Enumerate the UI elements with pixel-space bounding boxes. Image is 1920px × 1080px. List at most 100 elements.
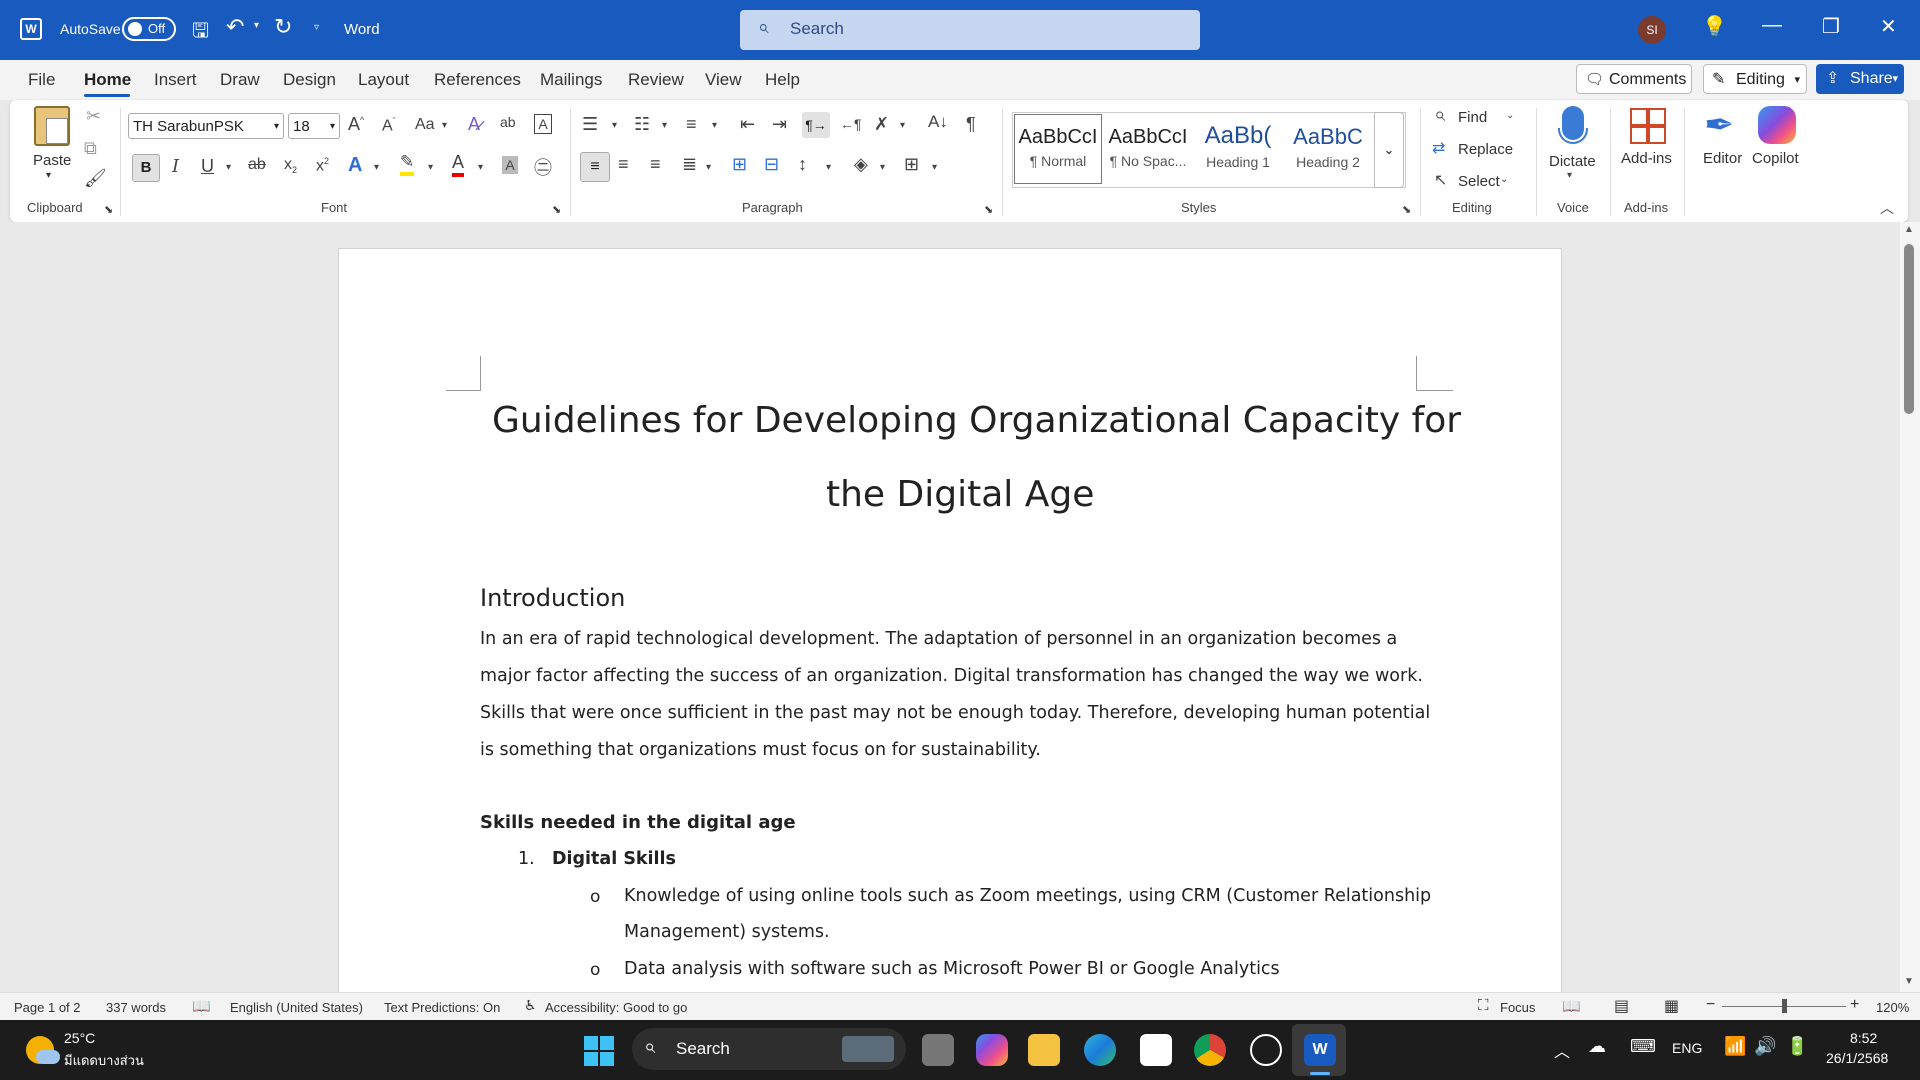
task-view-icon[interactable]	[922, 1034, 954, 1066]
clock-date[interactable]: 26/1/2568	[1826, 1050, 1888, 1066]
onedrive-icon[interactable]: ☁	[1588, 1036, 1606, 1057]
chevron-down-icon[interactable]: ▾	[826, 162, 831, 173]
chevron-down-icon[interactable]: ▾	[1567, 170, 1572, 181]
close-icon[interactable]: ✕	[1880, 14, 1897, 39]
multilevel-list-icon[interactable]: ≡	[686, 114, 697, 135]
chevron-down-icon[interactable]: ▾	[880, 162, 885, 173]
paragraph-launcher-icon[interactable]: ⬊	[984, 203, 993, 216]
scroll-down-icon[interactable]: ▼	[1904, 976, 1914, 987]
text-predictions[interactable]: Text Predictions: On	[384, 1000, 500, 1015]
increase-indent-icon[interactable]: ⇥	[772, 114, 787, 135]
line-spacing-icon[interactable]: ↕	[798, 154, 807, 175]
menu-layout[interactable]: Layout	[358, 70, 409, 90]
font-color-icon[interactable]: A	[452, 152, 465, 177]
bullets-icon[interactable]: ☰	[582, 114, 598, 135]
sort-options-icon[interactable]: ✗	[874, 114, 889, 135]
replace-icon[interactable]: ⇄	[1432, 138, 1445, 158]
chevron-down-icon[interactable]: ▾	[374, 162, 379, 173]
chevron-down-icon[interactable]: ▾	[442, 120, 447, 131]
focus-icon[interactable]: ⛶	[1478, 997, 1489, 1014]
wifi-icon[interactable]: 📶	[1724, 1036, 1746, 1057]
subscript-icon[interactable]: x2	[284, 156, 297, 175]
zoom-level[interactable]: 120%	[1876, 1000, 1909, 1015]
chevron-down-icon[interactable]: ▾	[706, 162, 711, 173]
clear-formatting-icon[interactable]: A̷	[468, 114, 480, 135]
input-language[interactable]: ENG	[1672, 1040, 1702, 1056]
select-label[interactable]: Select	[1458, 173, 1500, 190]
align-left-button[interactable]: ≡	[580, 152, 610, 182]
character-border-icon[interactable]: A	[534, 114, 552, 134]
menu-review[interactable]: Review	[628, 70, 684, 90]
copilot-taskbar-icon[interactable]	[976, 1034, 1008, 1066]
character-shading-icon[interactable]: A	[502, 156, 518, 174]
distributed-icon[interactable]: ⊞	[732, 154, 747, 175]
shrink-font-icon[interactable]: Aˇ	[382, 116, 396, 135]
accessibility-status[interactable]: Accessibility: Good to go	[545, 1000, 687, 1015]
font-size-combo[interactable]: 18 ▾	[288, 113, 340, 139]
add-ins-icon[interactable]	[1630, 108, 1666, 144]
zoom-out-icon[interactable]: −	[1706, 996, 1715, 1014]
shading-icon[interactable]: ◈	[854, 154, 868, 175]
numbering-icon[interactable]: ☷	[634, 114, 650, 135]
redo-icon[interactable]: ↻	[274, 14, 292, 40]
focus-label[interactable]: Focus	[1500, 1000, 1535, 1015]
menu-references[interactable]: References	[434, 70, 521, 90]
show-marks-icon[interactable]: ¶	[966, 114, 976, 135]
copy-icon[interactable]: ⧉	[84, 138, 97, 159]
styles-more-button[interactable]: ⌄	[1374, 112, 1404, 188]
select-cursor-icon[interactable]: ↖	[1434, 170, 1447, 190]
borders-icon[interactable]: ⊞	[904, 154, 919, 175]
lightbulb-icon[interactable]: 💡	[1702, 14, 1727, 39]
scroll-thumb[interactable]	[1904, 244, 1914, 414]
undo-dropdown-icon[interactable]: ▾	[254, 20, 259, 31]
add-ins-label[interactable]: Add-ins	[1621, 150, 1672, 167]
weather-description[interactable]: มีแดดบางส่วน	[64, 1050, 144, 1071]
avatar[interactable]: SI	[1638, 16, 1666, 44]
show-hidden-icons-icon[interactable]: ︿	[1554, 1038, 1570, 1062]
find-icon[interactable]: ⌕	[1434, 104, 1445, 127]
chevron-down-icon[interactable]: ⌄	[1506, 110, 1514, 121]
highlight-icon[interactable]: ✎	[400, 152, 415, 176]
page-count[interactable]: Page 1 of 2	[14, 1000, 81, 1015]
copilot-label[interactable]: Copilot	[1752, 150, 1799, 167]
file-explorer-icon[interactable]	[1028, 1034, 1060, 1066]
collapse-ribbon-icon[interactable]: ︿	[1880, 198, 1894, 218]
italic-icon[interactable]: I	[172, 156, 179, 177]
autosave-toggle[interactable]: Off	[122, 17, 176, 41]
clipboard-launcher-icon[interactable]: ⬊	[104, 203, 113, 216]
menu-draw[interactable]: Draw	[220, 70, 260, 90]
customize-qat-icon[interactable]: ▿	[314, 22, 319, 33]
chevron-down-icon[interactable]: ▾	[612, 120, 617, 131]
chevron-down-icon[interactable]: ▾	[478, 162, 483, 173]
copilot-icon[interactable]	[1758, 106, 1796, 144]
grow-font-icon[interactable]: A^	[348, 114, 364, 135]
style-heading-2[interactable]: AaBbC Heading 2	[1284, 114, 1372, 184]
thai-distributed-icon[interactable]: ⊟	[764, 154, 779, 175]
menu-help[interactable]: Help	[765, 70, 800, 90]
format-painter-icon[interactable]: 🖌	[84, 168, 107, 189]
chevron-down-icon[interactable]: ▾	[900, 120, 905, 131]
proofing-icon[interactable]: 📖	[192, 997, 211, 1015]
restore-icon[interactable]: ❐	[1822, 14, 1840, 39]
phonetic-guide-icon[interactable]: ab	[500, 114, 516, 130]
minimize-icon[interactable]: —	[1762, 14, 1782, 37]
editor-icon[interactable]: ✒	[1704, 104, 1734, 146]
start-button[interactable]	[584, 1036, 614, 1066]
menu-insert[interactable]: Insert	[154, 70, 197, 90]
word-taskbar-icon[interactable]: W	[1304, 1034, 1336, 1066]
chevron-down-icon[interactable]: ▾	[662, 120, 667, 131]
change-case-icon[interactable]: Aa	[415, 116, 435, 134]
bold-button[interactable]: B	[132, 154, 160, 182]
chevron-down-icon[interactable]: ▾	[932, 162, 937, 173]
dictate-label[interactable]: Dictate	[1549, 153, 1596, 170]
decrease-indent-icon[interactable]: ⇤	[740, 114, 755, 135]
replace-label[interactable]: Replace	[1458, 141, 1513, 158]
strikethrough-icon[interactable]: ab	[248, 156, 266, 174]
language[interactable]: English (United States)	[230, 1000, 363, 1015]
chevron-down-icon[interactable]: ▾	[226, 162, 231, 173]
clock-time[interactable]: 8:52	[1850, 1030, 1877, 1046]
superscript-icon[interactable]: x2	[316, 156, 329, 175]
editor-label[interactable]: Editor	[1703, 150, 1742, 167]
find-label[interactable]: Find	[1458, 109, 1487, 126]
menu-view[interactable]: View	[705, 70, 742, 90]
